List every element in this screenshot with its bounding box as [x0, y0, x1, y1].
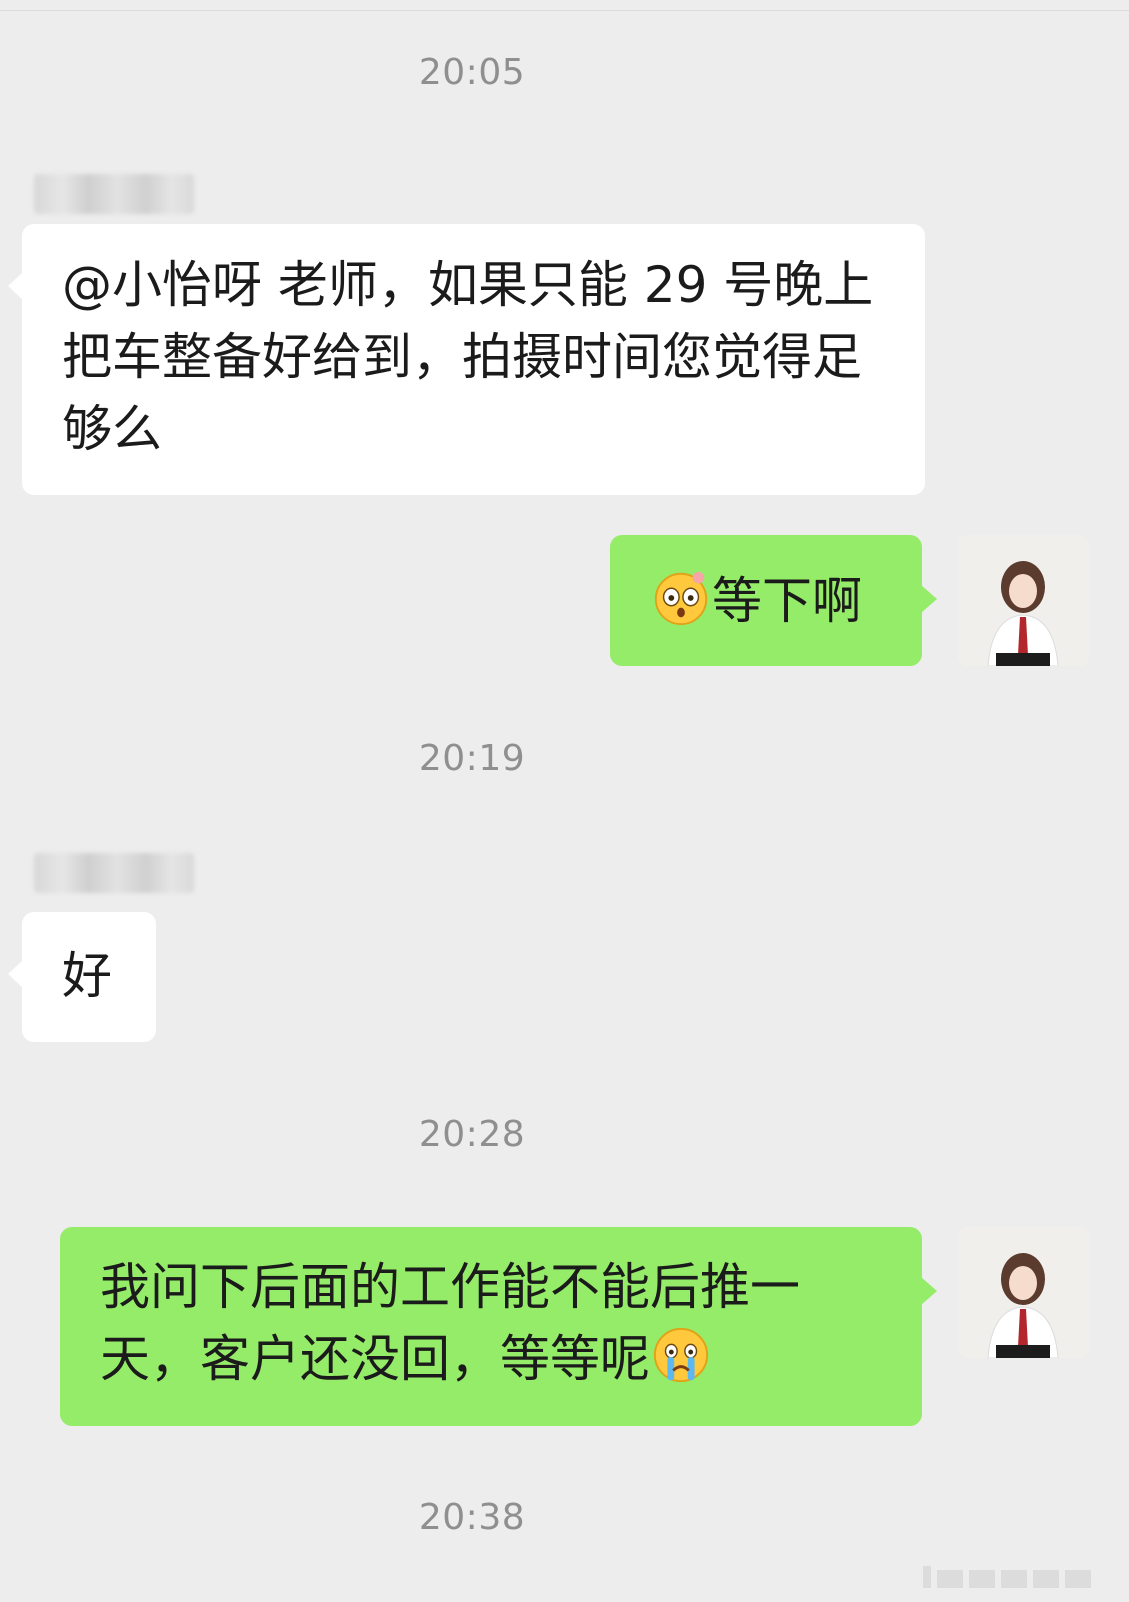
avatar-photo-icon	[958, 1227, 1089, 1358]
incoming-message-bubble[interactable]: @小怡呀 老师，如果只能 29 号晚上把车整备好给到，拍摄时间您觉得足够么	[8, 224, 925, 495]
outgoing-message-bubble[interactable]: 等下啊	[610, 535, 937, 666]
timestamp: 20:19	[418, 738, 526, 779]
flushed-face-emoji	[654, 571, 708, 626]
user-avatar[interactable]	[958, 535, 1089, 666]
incoming-message-bubble[interactable]: 好	[8, 912, 156, 1042]
message-text: @小怡呀 老师，如果只能 29 号晚上把车整备好给到，拍摄时间您觉得足够么	[62, 256, 874, 458]
timestamp: 20:28	[418, 1114, 526, 1155]
crying-face-emoji	[653, 1327, 709, 1383]
sender-name-blurred	[34, 853, 194, 893]
message-text: 好	[62, 947, 112, 1005]
outgoing-message-bubble[interactable]: 我问下后面的工作能不能后推一天，客户还没回，等等呢	[60, 1227, 937, 1426]
avatar-photo-icon	[958, 535, 1089, 666]
timestamp: 20:38	[418, 1497, 526, 1538]
watermark	[923, 1562, 1113, 1588]
message-text: 等下啊	[712, 572, 862, 630]
timestamp: 20:05	[418, 52, 526, 93]
top-divider	[0, 10, 1129, 11]
user-avatar[interactable]	[958, 1227, 1089, 1358]
sender-name-blurred	[34, 174, 194, 214]
